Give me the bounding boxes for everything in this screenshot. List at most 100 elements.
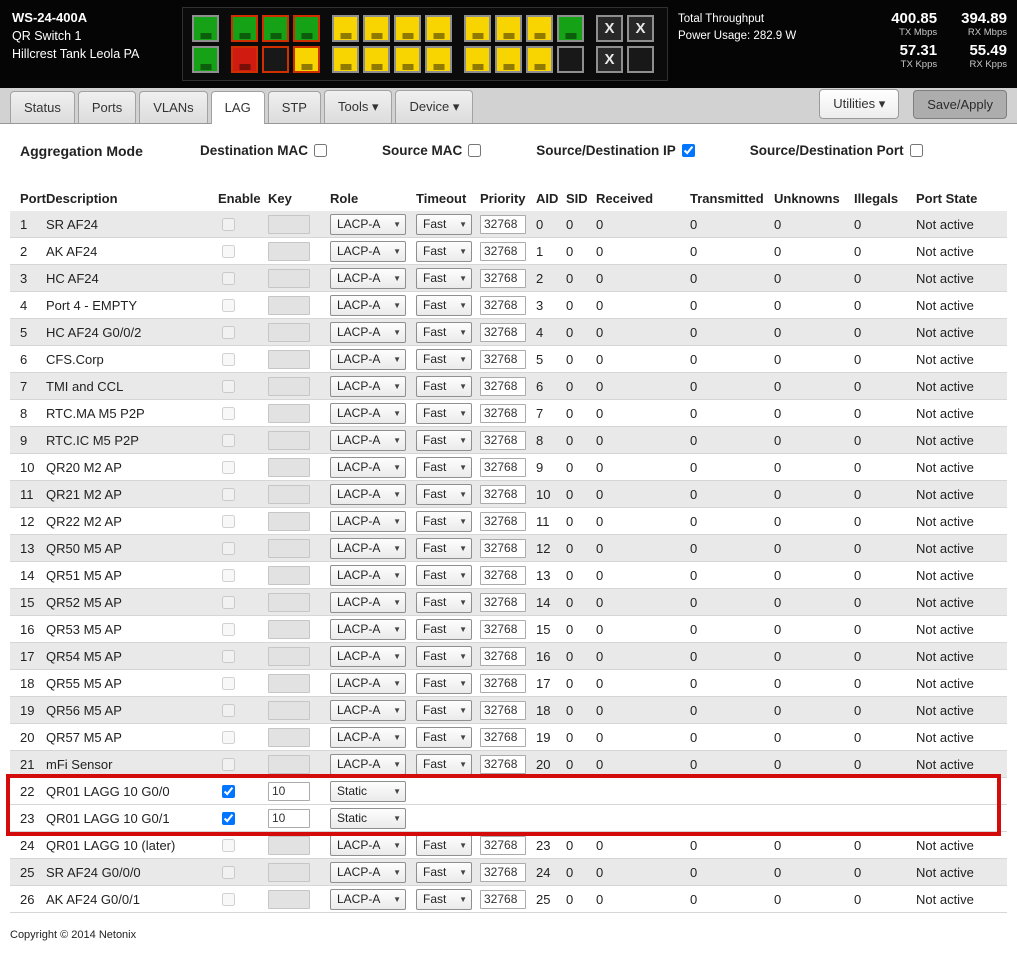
priority-input[interactable]	[480, 485, 526, 504]
timeout-select[interactable]: Fast▼	[416, 835, 472, 856]
key-input[interactable]	[268, 404, 310, 423]
key-input[interactable]	[268, 647, 310, 666]
key-input[interactable]	[268, 296, 310, 315]
enable-checkbox[interactable]	[222, 515, 235, 528]
timeout-select[interactable]: Fast▼	[416, 619, 472, 640]
priority-input[interactable]	[480, 701, 526, 720]
aggregation-checkbox-destination-mac[interactable]	[314, 144, 327, 157]
key-input[interactable]	[268, 323, 310, 342]
enable-checkbox[interactable]	[222, 839, 235, 852]
role-select[interactable]: LACP-A▼	[330, 862, 406, 883]
timeout-select[interactable]: Fast▼	[416, 889, 472, 910]
key-input[interactable]	[268, 242, 310, 261]
enable-checkbox[interactable]	[222, 488, 235, 501]
tab-vlans[interactable]: VLANs	[139, 91, 207, 123]
enable-checkbox[interactable]	[222, 758, 235, 771]
priority-input[interactable]	[480, 593, 526, 612]
key-input[interactable]	[268, 485, 310, 504]
enable-checkbox[interactable]	[222, 245, 235, 258]
key-input[interactable]	[268, 350, 310, 369]
priority-input[interactable]	[480, 890, 526, 909]
priority-input[interactable]	[480, 269, 526, 288]
enable-checkbox[interactable]	[222, 812, 235, 825]
utilities-button[interactable]: Utilities ▾	[819, 89, 899, 119]
role-select[interactable]: LACP-A▼	[330, 511, 406, 532]
priority-input[interactable]	[480, 350, 526, 369]
role-select[interactable]: LACP-A▼	[330, 646, 406, 667]
priority-input[interactable]	[480, 647, 526, 666]
role-select[interactable]: LACP-A▼	[330, 349, 406, 370]
priority-input[interactable]	[480, 512, 526, 531]
enable-checkbox[interactable]	[222, 380, 235, 393]
enable-checkbox[interactable]	[222, 407, 235, 420]
key-input[interactable]	[268, 728, 310, 747]
key-input[interactable]	[268, 836, 310, 855]
role-select[interactable]: Static▼	[330, 781, 406, 802]
timeout-select[interactable]: Fast▼	[416, 322, 472, 343]
enable-checkbox[interactable]	[222, 353, 235, 366]
timeout-select[interactable]: Fast▼	[416, 376, 472, 397]
role-select[interactable]: LACP-A▼	[330, 322, 406, 343]
key-input[interactable]	[268, 512, 310, 531]
timeout-select[interactable]: Fast▼	[416, 511, 472, 532]
timeout-select[interactable]: Fast▼	[416, 214, 472, 235]
enable-checkbox[interactable]	[222, 461, 235, 474]
tab-lag[interactable]: LAG	[211, 91, 265, 124]
role-select[interactable]: LACP-A▼	[330, 673, 406, 694]
key-input[interactable]	[268, 674, 310, 693]
tab-status[interactable]: Status	[10, 91, 75, 123]
aggregation-checkbox-source-destination-port[interactable]	[910, 144, 923, 157]
role-select[interactable]: LACP-A▼	[330, 727, 406, 748]
priority-input[interactable]	[480, 323, 526, 342]
timeout-select[interactable]: Fast▼	[416, 295, 472, 316]
enable-checkbox[interactable]	[222, 866, 235, 879]
role-select[interactable]: LACP-A▼	[330, 538, 406, 559]
key-input[interactable]	[268, 701, 310, 720]
aggregation-checkbox-source-mac[interactable]	[468, 144, 481, 157]
enable-checkbox[interactable]	[222, 596, 235, 609]
role-select[interactable]: LACP-A▼	[330, 889, 406, 910]
priority-input[interactable]	[480, 674, 526, 693]
key-input[interactable]	[268, 269, 310, 288]
role-select[interactable]: LACP-A▼	[330, 376, 406, 397]
enable-checkbox[interactable]	[222, 677, 235, 690]
priority-input[interactable]	[480, 863, 526, 882]
timeout-select[interactable]: Fast▼	[416, 457, 472, 478]
enable-checkbox[interactable]	[222, 785, 235, 798]
priority-input[interactable]	[480, 620, 526, 639]
key-input[interactable]	[268, 431, 310, 450]
role-select[interactable]: LACP-A▼	[330, 214, 406, 235]
role-select[interactable]: LACP-A▼	[330, 754, 406, 775]
role-select[interactable]: LACP-A▼	[330, 484, 406, 505]
key-input[interactable]	[268, 377, 310, 396]
role-select[interactable]: LACP-A▼	[330, 268, 406, 289]
enable-checkbox[interactable]	[222, 650, 235, 663]
key-input[interactable]	[268, 620, 310, 639]
key-input[interactable]	[268, 809, 310, 828]
key-input[interactable]	[268, 566, 310, 585]
priority-input[interactable]	[480, 242, 526, 261]
enable-checkbox[interactable]	[222, 623, 235, 636]
timeout-select[interactable]: Fast▼	[416, 565, 472, 586]
timeout-select[interactable]: Fast▼	[416, 646, 472, 667]
role-select[interactable]: LACP-A▼	[330, 565, 406, 586]
key-input[interactable]	[268, 593, 310, 612]
enable-checkbox[interactable]	[222, 704, 235, 717]
priority-input[interactable]	[480, 215, 526, 234]
priority-input[interactable]	[480, 539, 526, 558]
key-input[interactable]	[268, 890, 310, 909]
timeout-select[interactable]: Fast▼	[416, 430, 472, 451]
enable-checkbox[interactable]	[222, 434, 235, 447]
tab-stp[interactable]: STP	[268, 91, 321, 123]
enable-checkbox[interactable]	[222, 326, 235, 339]
key-input[interactable]	[268, 782, 310, 801]
key-input[interactable]	[268, 755, 310, 774]
key-input[interactable]	[268, 863, 310, 882]
timeout-select[interactable]: Fast▼	[416, 673, 472, 694]
enable-checkbox[interactable]	[222, 218, 235, 231]
aggregation-checkbox-source-destination-ip[interactable]	[682, 144, 695, 157]
role-select[interactable]: Static▼	[330, 808, 406, 829]
key-input[interactable]	[268, 458, 310, 477]
timeout-select[interactable]: Fast▼	[416, 592, 472, 613]
role-select[interactable]: LACP-A▼	[330, 592, 406, 613]
